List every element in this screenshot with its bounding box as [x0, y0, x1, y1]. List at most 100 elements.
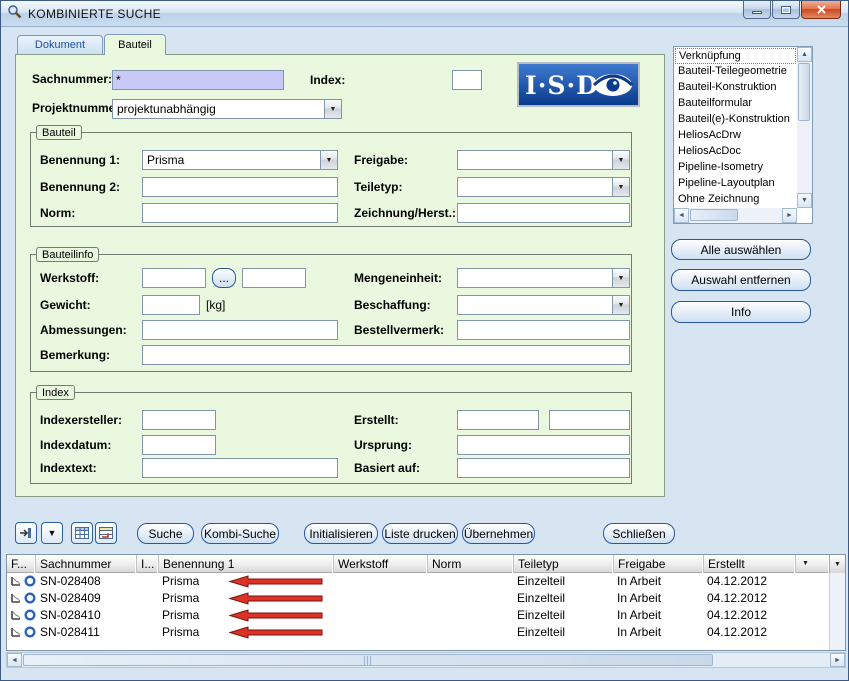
- workflow-icon: [24, 592, 36, 607]
- chevron-down-icon[interactable]: ▼: [612, 178, 629, 196]
- scroll-left-icon[interactable]: ◄: [7, 653, 22, 667]
- list-item[interactable]: Bauteilformular: [675, 96, 796, 112]
- list-item[interactable]: Verknüpfung: [675, 48, 796, 64]
- werkstoff-label: Werkstoff:: [40, 271, 99, 285]
- indexdatum-input[interactable]: [142, 435, 216, 455]
- suche-button[interactable]: Suche: [137, 523, 194, 544]
- indexersteller-label: Indexersteller:: [40, 413, 122, 427]
- list-item[interactable]: Ohne Zeichnung: [675, 192, 796, 207]
- grid-view-button[interactable]: [71, 522, 93, 544]
- basiert-auf-input[interactable]: [457, 458, 630, 478]
- abmessungen-label: Abmessungen:: [40, 323, 127, 337]
- sort-indicator-icon[interactable]: ▼: [802, 560, 809, 567]
- column-header-erstellt[interactable]: Erstellt: [704, 555, 796, 573]
- chevron-down-icon[interactable]: ▼: [324, 100, 341, 118]
- abmessungen-input[interactable]: [142, 320, 338, 340]
- indexdatum-label: Indexdatum:: [40, 438, 111, 452]
- chevron-down-icon[interactable]: ▼: [612, 269, 629, 287]
- gewicht-label: Gewicht:: [40, 298, 91, 312]
- norm-input[interactable]: [142, 203, 338, 223]
- bestellvermerk-input[interactable]: [457, 320, 630, 340]
- zeichnung-herst-input[interactable]: [457, 203, 630, 223]
- projektnummer-combobox[interactable]: projektunabhängig ▼: [112, 99, 342, 119]
- window-title: KOMBINIERTE SUCHE: [28, 7, 161, 21]
- table-row[interactable]: SN-028408 Prisma Einzelteil In Arbeit 04…: [7, 573, 827, 590]
- chevron-down-icon[interactable]: ▼: [612, 151, 629, 169]
- column-header-freigabe[interactable]: Freigabe: [614, 555, 704, 573]
- column-header-werkstoff[interactable]: Werkstoff: [334, 555, 428, 573]
- indextext-input[interactable]: [142, 458, 338, 478]
- list-horizontal-scrollbar[interactable]: ◄ ►: [674, 208, 797, 223]
- benennung2-input[interactable]: [142, 177, 338, 197]
- list-item[interactable]: Bauteil-Konstruktion: [675, 80, 796, 96]
- scroll-right-icon[interactable]: ►: [830, 653, 845, 667]
- kombi-suche-button[interactable]: Kombi-Suche: [201, 523, 279, 544]
- pin-button[interactable]: [15, 522, 37, 544]
- column-header-benennung1[interactable]: Benennung 1: [159, 555, 334, 573]
- scrollbar-thumb[interactable]: [690, 209, 738, 221]
- benennung1-combobox[interactable]: Prisma ▼: [142, 150, 338, 170]
- uebernehmen-button[interactable]: Übernehmen: [462, 523, 535, 544]
- chevron-down-icon[interactable]: ▼: [320, 151, 337, 169]
- close-button[interactable]: [801, 1, 841, 19]
- mengeneinheit-label: Mengeneinheit:: [354, 271, 442, 285]
- initialisieren-button[interactable]: Initialisieren: [304, 523, 378, 544]
- list-item[interactable]: Pipeline-Layoutplan: [675, 176, 796, 192]
- freigabe-combobox[interactable]: ▼: [457, 150, 630, 170]
- verknuepfung-listbox[interactable]: Verknüpfung Bauteil-Teilegeometrie Baute…: [673, 46, 813, 224]
- info-button[interactable]: Info: [671, 301, 811, 323]
- column-header-f[interactable]: F...: [7, 555, 36, 573]
- select-all-button[interactable]: Alle auswählen: [671, 239, 811, 260]
- table-row[interactable]: SN-028410 Prisma Einzelteil In Arbeit 04…: [7, 607, 827, 624]
- table-vertical-scrollbar[interactable]: [829, 573, 845, 650]
- sachnummer-input[interactable]: [112, 70, 284, 90]
- list-item[interactable]: Bauteil(e)-Konstruktion: [675, 112, 796, 128]
- titlebar[interactable]: KOMBINIERTE SUCHE: [1, 1, 848, 27]
- scroll-down-icon[interactable]: ▼: [797, 193, 812, 208]
- column-header-teiletyp[interactable]: Teiletyp: [514, 555, 614, 573]
- minimize-button[interactable]: [743, 1, 771, 19]
- maximize-button[interactable]: [772, 1, 800, 19]
- column-header-norm[interactable]: Norm: [428, 555, 514, 573]
- list-item[interactable]: HeliosAcDrw: [675, 128, 796, 144]
- list-item[interactable]: HeliosAcDoc: [675, 144, 796, 160]
- mengeneinheit-combobox[interactable]: ▼: [457, 268, 630, 288]
- liste-drucken-button[interactable]: Liste drucken: [382, 523, 458, 544]
- refresh-list-button[interactable]: [95, 522, 117, 544]
- werkstoff-browse-button[interactable]: ...: [212, 268, 236, 288]
- filter-button[interactable]: ▼: [41, 522, 63, 544]
- erstellt-bis-input[interactable]: [549, 410, 630, 430]
- schliessen-button[interactable]: Schließen: [603, 523, 675, 544]
- werkstoff-input-2[interactable]: [242, 268, 306, 288]
- scroll-up-icon[interactable]: ▲: [797, 47, 812, 62]
- beschaffung-combobox[interactable]: ▼: [457, 295, 630, 315]
- ursprung-input[interactable]: [457, 435, 630, 455]
- indexersteller-input[interactable]: [142, 410, 216, 430]
- table-row[interactable]: SN-028409 Prisma Einzelteil In Arbeit 04…: [7, 590, 827, 607]
- erstellt-von-input[interactable]: [457, 410, 539, 430]
- scroll-left-icon[interactable]: ◄: [674, 208, 689, 223]
- column-chooser-button[interactable]: ▼: [829, 555, 845, 573]
- index-input[interactable]: [452, 70, 482, 90]
- deselect-button[interactable]: Auswahl entfernen: [671, 269, 811, 291]
- table-row[interactable]: SN-028411 Prisma Einzelteil In Arbeit 04…: [7, 624, 827, 641]
- list-item[interactable]: Pipeline-Isometry: [675, 160, 796, 176]
- table-horizontal-scrollbar[interactable]: ◄ ►: [6, 652, 846, 668]
- gewicht-input[interactable]: [142, 295, 200, 315]
- scrollbar-thumb[interactable]: [23, 654, 713, 666]
- workflow-icon: [24, 626, 36, 641]
- list-vertical-scrollbar[interactable]: ▲ ▼: [797, 47, 812, 208]
- bemerkung-input[interactable]: [142, 345, 630, 365]
- tab-bauteil[interactable]: Bauteil: [104, 34, 166, 55]
- werkstoff-input[interactable]: [142, 268, 206, 288]
- teiletyp-combobox[interactable]: ▼: [457, 177, 630, 197]
- chevron-down-icon[interactable]: ▼: [612, 296, 629, 314]
- list-item[interactable]: Bauteil-Teilegeometrie: [675, 64, 796, 80]
- scrollbar-thumb[interactable]: [798, 63, 810, 121]
- indextext-label: Indextext:: [40, 461, 97, 475]
- freigabe-label: Freigabe:: [354, 153, 408, 167]
- column-header-index[interactable]: I...: [137, 555, 159, 573]
- tab-dokument[interactable]: Dokument: [17, 35, 103, 54]
- scroll-right-icon[interactable]: ►: [782, 208, 797, 223]
- column-header-sachnummer[interactable]: Sachnummer: [36, 555, 137, 573]
